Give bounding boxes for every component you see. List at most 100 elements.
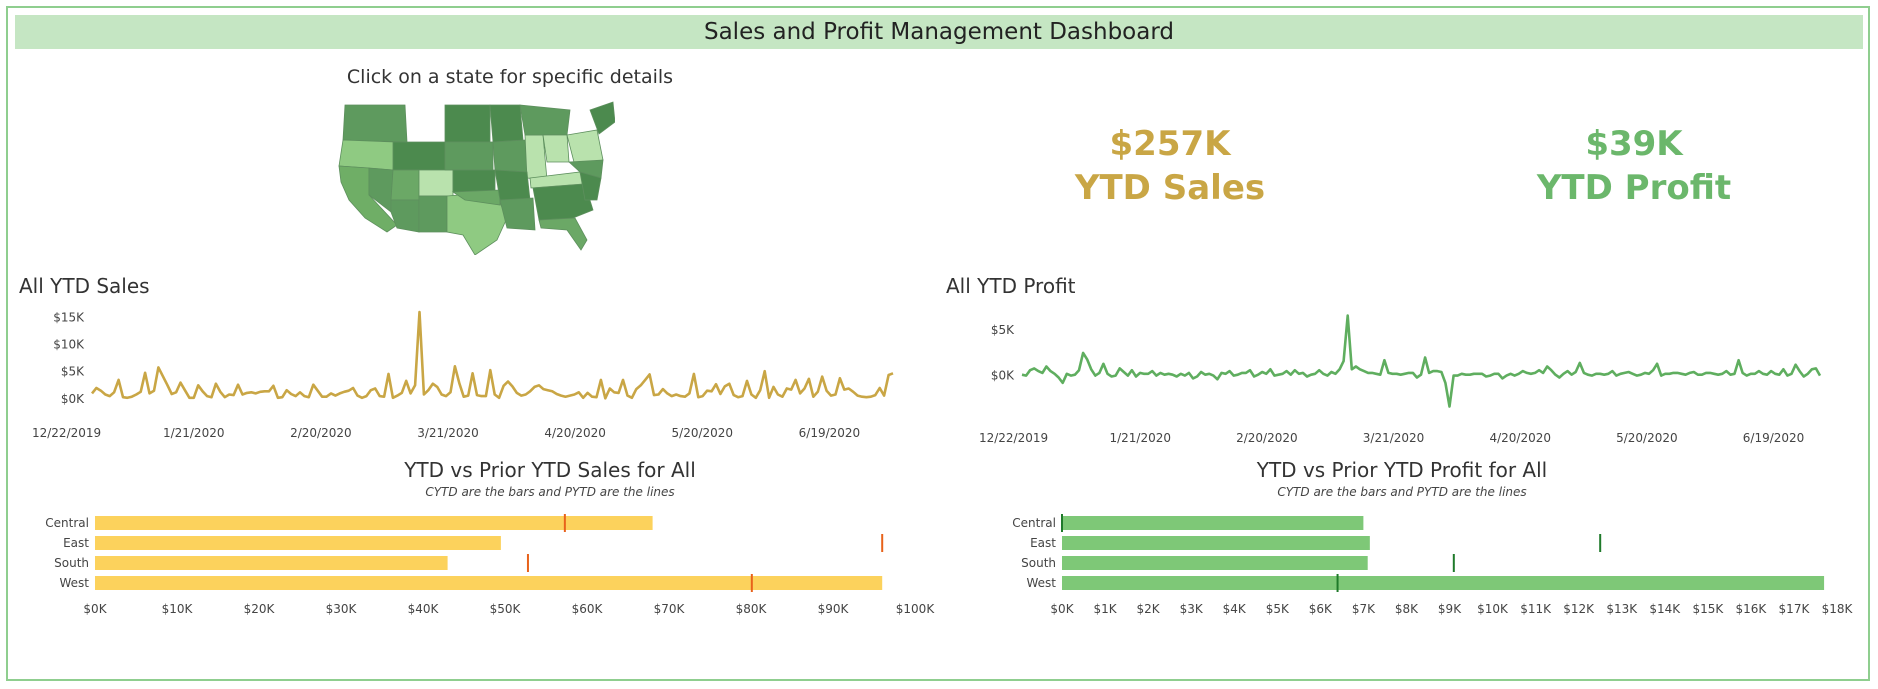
x-tick-label: 12/22/2019 — [32, 426, 101, 440]
dashboard-title: Sales and Profit Management Dashboard — [15, 15, 1863, 49]
x-tick-label: 3/21/2020 — [417, 426, 479, 440]
category-label: South — [1021, 556, 1056, 570]
x-tick-label: $70K — [654, 602, 686, 616]
cytd-bar — [1062, 556, 1368, 570]
y-tick-label: $5K — [991, 323, 1015, 337]
x-tick-label: $14K — [1649, 602, 1681, 616]
category-label: Central — [45, 516, 89, 530]
state-region-plains[interactable] — [444, 141, 494, 171]
x-tick-label: $90K — [818, 602, 850, 616]
y-tick-label: $5K — [61, 365, 85, 379]
x-tick-label: $8K — [1395, 602, 1419, 616]
x-tick-label: 4/20/2020 — [544, 426, 606, 440]
state-region-colorado[interactable] — [418, 169, 454, 197]
x-tick-label: 1/21/2020 — [163, 426, 225, 440]
sales-line-chart[interactable]: $15K $10K $5K $0K 12/22/2019 1/21/2020 2/20/20… — [0, 300, 935, 440]
profit-bar-chart-title: YTD vs Prior YTD Profit for All — [1256, 458, 1548, 482]
sales-bar-chart-subtitle: CYTD are the bars and PYTD are the lines — [425, 485, 675, 499]
kpi-sales-label: YTD Sales — [1074, 168, 1266, 208]
x-tick-label: $0K — [1050, 602, 1074, 616]
cytd-bar — [95, 516, 653, 530]
cytd-bar — [1062, 576, 1825, 590]
state-region-south-central[interactable] — [499, 197, 536, 231]
x-tick-label: $2K — [1137, 602, 1161, 616]
profit-bar-chart-subtitle: CYTD are the bars and PYTD are the lines — [1277, 485, 1527, 499]
x-tick-label: $50K — [490, 602, 522, 616]
category-label: South — [54, 556, 89, 570]
state-region-northwest[interactable] — [342, 104, 408, 143]
state-region-midwest[interactable] — [492, 139, 528, 173]
x-tick-label: $80K — [736, 602, 768, 616]
state-region-new-mexico[interactable] — [418, 195, 448, 233]
x-tick-label: $5K — [1266, 602, 1290, 616]
x-tick-label: $16K — [1735, 602, 1767, 616]
x-tick-label: $18K — [1822, 602, 1854, 616]
state-region-florida[interactable] — [538, 217, 588, 251]
kpi-profit-value: $39K — [1585, 124, 1683, 164]
map-caption: Click on a state for specific details — [346, 66, 674, 88]
y-tick-label: $10K — [53, 338, 85, 352]
category-label: East — [63, 536, 89, 550]
x-tick-label: $12K — [1563, 602, 1595, 616]
x-tick-label: $100K — [896, 602, 936, 616]
sales-line-chart-title: All YTD Sales — [19, 274, 150, 298]
kpi-profit-label: YTD Profit — [1536, 168, 1732, 208]
y-tick-label: $0K — [61, 392, 85, 406]
y-tick-label: $0K — [991, 369, 1015, 383]
state-region-mountain[interactable] — [392, 141, 446, 171]
x-tick-label: 5/20/2020 — [672, 426, 734, 440]
x-tick-label: $1K — [1093, 602, 1117, 616]
state-region-ohio[interactable] — [542, 134, 570, 163]
x-tick-label: $3K — [1180, 602, 1204, 616]
x-tick-label: $10K — [162, 602, 194, 616]
kpi-ytd-profit: $39K YTD Profit — [1474, 122, 1794, 210]
x-tick-label: $13K — [1606, 602, 1638, 616]
x-tick-label: 6/19/2020 — [799, 426, 861, 440]
x-tick-label: $11K — [1520, 602, 1552, 616]
profit-line-chart[interactable]: $5K $0K 12/22/2019 1/21/2020 2/20/2020 3/21/2… — [935, 300, 1870, 445]
state-region-oregon[interactable] — [338, 139, 396, 171]
x-tick-label: $15K — [1692, 602, 1724, 616]
x-tick-label: 3/21/2020 — [1363, 431, 1425, 445]
state-region-kansas[interactable] — [452, 169, 496, 193]
cytd-bar — [95, 536, 501, 550]
x-tick-label: $17K — [1779, 602, 1811, 616]
x-tick-label: $4K — [1223, 602, 1247, 616]
state-region-great-lakes[interactable] — [519, 104, 571, 136]
x-tick-label: $7K — [1352, 602, 1376, 616]
category-label: Central — [1012, 516, 1056, 530]
x-tick-label: 2/20/2020 — [1236, 431, 1298, 445]
sales-bar-chart-title: YTD vs Prior YTD Sales for All — [404, 458, 696, 482]
cytd-bar — [1062, 536, 1370, 550]
x-tick-label: $40K — [408, 602, 440, 616]
cytd-bar — [1062, 516, 1364, 530]
y-tick-label: $15K — [53, 310, 85, 324]
category-label: East — [1030, 536, 1056, 550]
x-tick-label: $60K — [572, 602, 604, 616]
us-state-map[interactable] — [335, 100, 615, 255]
state-region-missouri[interactable] — [494, 169, 531, 201]
cytd-bar — [95, 576, 883, 590]
x-tick-label: 5/20/2020 — [1616, 431, 1678, 445]
x-tick-label: $0K — [83, 602, 107, 616]
x-tick-label: 12/22/2019 — [979, 431, 1048, 445]
state-region-utah[interactable] — [390, 169, 420, 201]
x-tick-label: $20K — [244, 602, 276, 616]
x-tick-label: 2/20/2020 — [290, 426, 352, 440]
x-tick-label: 6/19/2020 — [1743, 431, 1805, 445]
x-tick-label: $9K — [1438, 602, 1462, 616]
x-tick-label: 1/21/2020 — [1109, 431, 1171, 445]
state-region-dakotas[interactable] — [444, 104, 491, 143]
state-region-new-england[interactable] — [589, 101, 615, 135]
series-line — [90, 310, 894, 400]
x-tick-label: $6K — [1309, 602, 1333, 616]
category-label: West — [59, 576, 89, 590]
state-region-arizona[interactable] — [390, 199, 420, 233]
sales-bar-chart[interactable]: Central East South West $0K $10K $20K $30K $40K $… — [0, 505, 935, 620]
cytd-bar — [95, 556, 448, 570]
kpi-sales-value: $257K — [1109, 124, 1231, 164]
state-region-minnesota[interactable] — [489, 104, 524, 143]
profit-bar-chart[interactable]: Central East South West $0K $1K $2K $3K $4K $5K $6… — [935, 505, 1870, 620]
series-line — [1021, 314, 1822, 408]
x-tick-label: $10K — [1477, 602, 1509, 616]
